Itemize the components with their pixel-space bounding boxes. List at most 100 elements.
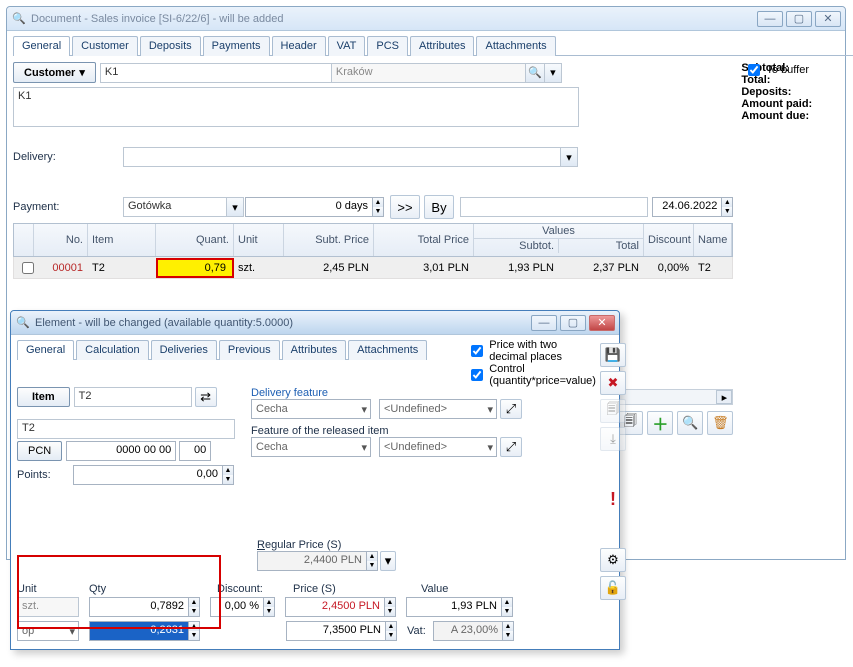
regprice-spin[interactable]: ▲▼ bbox=[366, 551, 378, 571]
price-op[interactable]: 7,3500 PLN bbox=[286, 621, 386, 641]
tab-attachments[interactable]: Attachments bbox=[476, 36, 555, 56]
cecha1-dd[interactable]: Cecha bbox=[251, 399, 371, 419]
tab-payments[interactable]: Payments bbox=[203, 36, 270, 56]
qty-op[interactable]: 0,2631 bbox=[89, 621, 189, 641]
tool-zoom[interactable]: 🔍 bbox=[677, 411, 703, 435]
undef2-dd[interactable]: <Undefined> bbox=[379, 437, 497, 457]
pcn-code[interactable]: 0000 00 00 bbox=[66, 441, 176, 461]
tab-deposits[interactable]: Deposits bbox=[140, 36, 201, 56]
check-control[interactable]: Control (quantity*price=value) bbox=[467, 363, 596, 387]
value-spin[interactable]: ▲▼ bbox=[501, 597, 513, 617]
pcn-suffix[interactable]: 00 bbox=[179, 441, 211, 461]
tab-attributes[interactable]: Attributes bbox=[410, 36, 474, 56]
etab-deliveries[interactable]: Deliveries bbox=[151, 340, 217, 360]
by-button[interactable]: By bbox=[424, 195, 454, 219]
discount-field[interactable]: 0,00 % bbox=[210, 597, 264, 617]
titlebar[interactable]: 🔍 Document - Sales invoice [SI-6/22/6] -… bbox=[7, 7, 845, 31]
forward-button[interactable]: >> bbox=[390, 195, 420, 219]
tab-header[interactable]: Header bbox=[272, 36, 326, 56]
payment-dd[interactable]: ▾ bbox=[226, 197, 244, 217]
col-no[interactable]: No. bbox=[34, 224, 88, 256]
qty-szt[interactable]: 0,7892 bbox=[89, 597, 189, 617]
cell-quant[interactable]: 0,79 bbox=[156, 258, 234, 278]
qty-op-spin[interactable]: ▲▼ bbox=[188, 621, 200, 641]
item-button[interactable]: Item bbox=[17, 387, 70, 407]
el-gear[interactable]: ⚙ bbox=[600, 548, 626, 572]
col-discount[interactable]: Discount bbox=[644, 224, 694, 256]
col-unit[interactable]: Unit bbox=[234, 224, 284, 256]
col-name[interactable]: Name bbox=[694, 224, 732, 256]
regprice-dd[interactable]: ▾ bbox=[380, 551, 396, 571]
check-2dp[interactable]: Price with two decimal places bbox=[467, 339, 596, 363]
customer-code-field[interactable]: K1 bbox=[100, 63, 332, 83]
delivery-field[interactable] bbox=[123, 147, 561, 167]
etab-previous[interactable]: Previous bbox=[219, 340, 280, 360]
minimize-button[interactable]: — bbox=[757, 11, 783, 27]
date-spin[interactable]: ▲▼ bbox=[721, 197, 733, 217]
tab-vat[interactable]: VAT bbox=[328, 36, 366, 56]
value-field[interactable]: 1,93 PLN bbox=[406, 597, 502, 617]
element-titlebar[interactable]: 🔍 Element - will be changed (available q… bbox=[11, 311, 619, 335]
col-quant[interactable]: Quant. bbox=[156, 224, 234, 256]
cecha2-dd[interactable]: Cecha bbox=[251, 437, 371, 457]
col-subtot[interactable]: Subtot. bbox=[474, 239, 559, 253]
col-subtprice[interactable]: Subt. Price bbox=[284, 224, 374, 256]
qty-szt-spin[interactable]: ▲▼ bbox=[188, 597, 200, 617]
payment-type[interactable]: Gotówka bbox=[123, 197, 227, 217]
vat-spin[interactable]: ▲▼ bbox=[502, 621, 514, 641]
el-cancel[interactable]: ✖ bbox=[600, 371, 626, 395]
el-lock[interactable]: 🔓 bbox=[600, 576, 626, 600]
item-link[interactable]: ⇄ bbox=[195, 387, 217, 407]
discount-spin[interactable]: ▲▼ bbox=[263, 597, 275, 617]
price-szt-spin[interactable]: ▲▼ bbox=[384, 597, 396, 617]
to-buffer-check[interactable]: To buffer bbox=[744, 61, 809, 79]
etab-general[interactable]: General bbox=[17, 340, 74, 360]
el-save[interactable]: 💾 bbox=[600, 343, 626, 367]
to-buffer-box[interactable] bbox=[748, 64, 760, 76]
customer-name[interactable]: K1 bbox=[13, 87, 579, 127]
points-field[interactable]: 0,00 bbox=[73, 465, 223, 485]
element-right-toolbar: 💾 ✖ 🗐 ⤓ ! ⚙ 🔓 bbox=[600, 339, 626, 641]
etab-attributes[interactable]: Attributes bbox=[282, 340, 346, 360]
col-totprice[interactable]: Total Price bbox=[374, 224, 474, 256]
feat1-btn[interactable]: ⤢ bbox=[500, 399, 522, 419]
date-field[interactable]: 24.06.2022 bbox=[652, 197, 722, 217]
unit-op-dd[interactable]: op bbox=[17, 621, 79, 641]
search-icon: 🔍 bbox=[11, 11, 27, 27]
cell-discount: 0,00% bbox=[644, 260, 694, 276]
points-spin[interactable]: ▲▼ bbox=[222, 465, 234, 485]
etab-calc[interactable]: Calculation bbox=[76, 340, 148, 360]
tool-delete[interactable]: 🗑 bbox=[707, 411, 733, 435]
col-values[interactable]: Values bbox=[474, 224, 643, 239]
tab-general[interactable]: General bbox=[13, 36, 70, 56]
days-spin[interactable]: ▲▼ bbox=[372, 197, 384, 217]
tab-pcs[interactable]: PCS bbox=[367, 36, 408, 56]
col-total[interactable]: Total bbox=[559, 239, 643, 253]
table-row[interactable]: 00001 T2 0,79 szt. 2,45 PLN 3,01 PLN 1,9… bbox=[13, 257, 733, 279]
t2-field[interactable]: T2 bbox=[17, 419, 235, 439]
tool-add[interactable]: ＋ bbox=[647, 411, 673, 435]
regprice-label: RRegular Price (S)egular Price (S) bbox=[257, 539, 396, 551]
pcn-button[interactable]: PCN bbox=[17, 441, 62, 461]
el-close[interactable]: ✕ bbox=[589, 315, 615, 331]
tab-customer[interactable]: Customer bbox=[72, 36, 138, 56]
customer-button[interactable]: Customer ▾ bbox=[13, 62, 96, 83]
row-check[interactable] bbox=[22, 262, 34, 274]
item-value[interactable]: T2 bbox=[74, 387, 192, 407]
feat2-btn[interactable]: ⤢ bbox=[500, 437, 522, 457]
maximize-button[interactable]: ▢ bbox=[786, 11, 812, 27]
price-szt[interactable]: 2,4500 PLN bbox=[285, 597, 385, 617]
col-item[interactable]: Item bbox=[88, 224, 156, 256]
customer-search[interactable]: 🔍 bbox=[525, 63, 545, 83]
undef1-dd[interactable]: <Undefined> bbox=[379, 399, 497, 419]
delivery-dd[interactable]: ▾ bbox=[560, 147, 578, 167]
close-button[interactable]: ✕ bbox=[815, 11, 841, 27]
by-field[interactable] bbox=[460, 197, 648, 217]
el-disabled2: ⤓ bbox=[600, 427, 626, 451]
etab-attachments[interactable]: Attachments bbox=[348, 340, 427, 360]
days-field[interactable]: 0 days bbox=[245, 197, 373, 217]
customer-dd[interactable]: ▾ bbox=[544, 63, 562, 83]
el-maximize[interactable]: ▢ bbox=[560, 315, 586, 331]
price-op-spin[interactable]: ▲▼ bbox=[385, 621, 397, 641]
el-minimize[interactable]: — bbox=[531, 315, 557, 331]
